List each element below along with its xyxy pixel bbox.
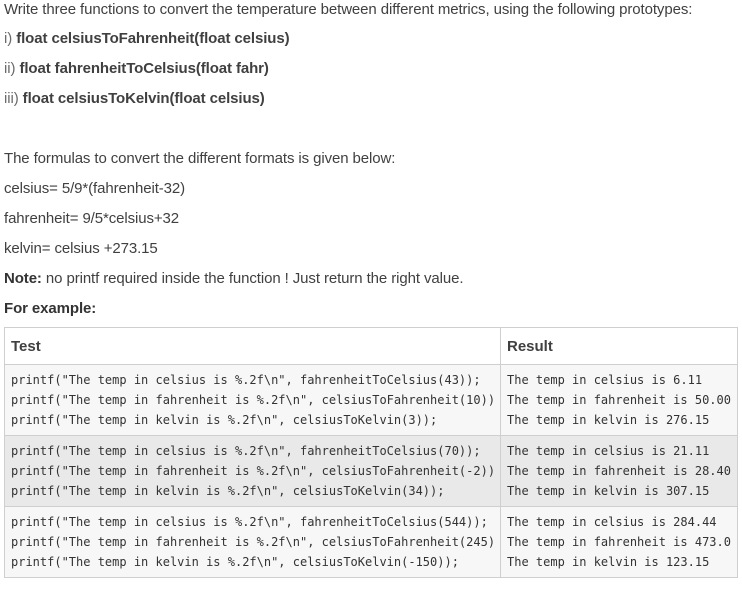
result-line: The temp in kelvin is 276.15 bbox=[507, 413, 710, 427]
formula-fahrenheit: fahrenheit= 9/5*celsius+32 bbox=[4, 210, 180, 227]
table-row: printf("The temp in celsius is %.2f\n", … bbox=[4, 364, 738, 436]
prototype-number: i) bbox=[4, 30, 13, 47]
prototype-signature: float fahrenheitToCelsius(float fahr) bbox=[19, 60, 269, 77]
code-line: printf("The temp in fahrenheit is %.2f\n… bbox=[11, 535, 494, 549]
intro-text: Write three functions to convert the tem… bbox=[4, 1, 693, 18]
test-cell: printf("The temp in celsius is %.2f\n", … bbox=[4, 364, 501, 436]
table-row: printf("The temp in celsius is %.2f\n", … bbox=[4, 506, 738, 578]
result-line: The temp in fahrenheit is 473.00 bbox=[507, 535, 731, 549]
prototype-signature: float celsiusToKelvin(float celsius) bbox=[22, 90, 265, 107]
result-line: The temp in fahrenheit is 50.00 bbox=[507, 393, 731, 407]
header-result: Result bbox=[500, 327, 738, 365]
code-line: printf("The temp in celsius is %.2f\n", … bbox=[11, 444, 481, 458]
test-cell: printf("The temp in celsius is %.2f\n", … bbox=[4, 435, 501, 507]
result-cell: The temp in celsius is 284.44 The temp in… bbox=[500, 506, 738, 578]
code-line: printf("The temp in fahrenheit is %.2f\n… bbox=[11, 464, 494, 478]
code-line: printf("The temp in kelvin is %.2f\n", c… bbox=[11, 413, 438, 427]
code-line: printf("The temp in kelvin is %.2f\n", c… bbox=[11, 555, 459, 569]
example-heading: For example: bbox=[4, 300, 97, 317]
code-line: printf("The temp in kelvin is %.2f\n", c… bbox=[11, 484, 445, 498]
result-cell: The temp in celsius is 21.11 The temp in … bbox=[500, 435, 738, 507]
prototype-number: ii) bbox=[4, 60, 16, 77]
test-cell: printf("The temp in celsius is %.2f\n", … bbox=[4, 506, 501, 578]
result-line: The temp in celsius is 6.11 bbox=[507, 373, 703, 387]
result-line: The temp in kelvin is 123.15 bbox=[507, 555, 710, 569]
result-line: The temp in celsius is 21.11 bbox=[507, 444, 710, 458]
result-line: The temp in kelvin is 307.15 bbox=[507, 484, 710, 498]
note-label: Note: bbox=[4, 270, 42, 287]
formulas-heading: The formulas to convert the different fo… bbox=[4, 150, 396, 167]
code-line: printf("The temp in celsius is %.2f\n", … bbox=[11, 515, 488, 529]
prototype-2: ii) float fahrenheitToCelsius(float fahr… bbox=[4, 59, 269, 79]
result-cell: The temp in celsius is 6.11 The temp in f… bbox=[500, 364, 738, 436]
prototype-3: iii) float celsiusToKelvin(float celsius… bbox=[4, 89, 265, 109]
formula-celsius: celsius= 5/9*(fahrenheit-32) bbox=[4, 180, 186, 197]
note-text: no printf required inside the function !… bbox=[41, 270, 464, 287]
result-line: The temp in celsius is 284.44 bbox=[507, 515, 717, 529]
table-header-row: Test Result bbox=[4, 327, 738, 365]
table-row: printf("The temp in celsius is %.2f\n", … bbox=[4, 435, 738, 507]
question-text: Write three functions to convert the tem… bbox=[0, 0, 742, 591]
formula-kelvin: kelvin= celsius +273.15 bbox=[4, 240, 158, 257]
result-line: The temp in fahrenheit is 28.40 bbox=[507, 464, 731, 478]
prototype-signature: float celsiusToFahrenheit(float celsius) bbox=[16, 30, 290, 47]
header-test: Test bbox=[4, 327, 501, 365]
code-line: printf("The temp in celsius is %.2f\n", … bbox=[11, 373, 481, 387]
prototype-1: i) float celsiusToFahrenheit(float celsi… bbox=[4, 29, 290, 49]
note: Note: no printf required inside the func… bbox=[4, 269, 464, 289]
examples-table: Test Result printf("The temp in celsius … bbox=[4, 327, 738, 578]
code-line: printf("The temp in fahrenheit is %.2f\n… bbox=[11, 393, 494, 407]
prototype-number: iii) bbox=[4, 90, 19, 107]
